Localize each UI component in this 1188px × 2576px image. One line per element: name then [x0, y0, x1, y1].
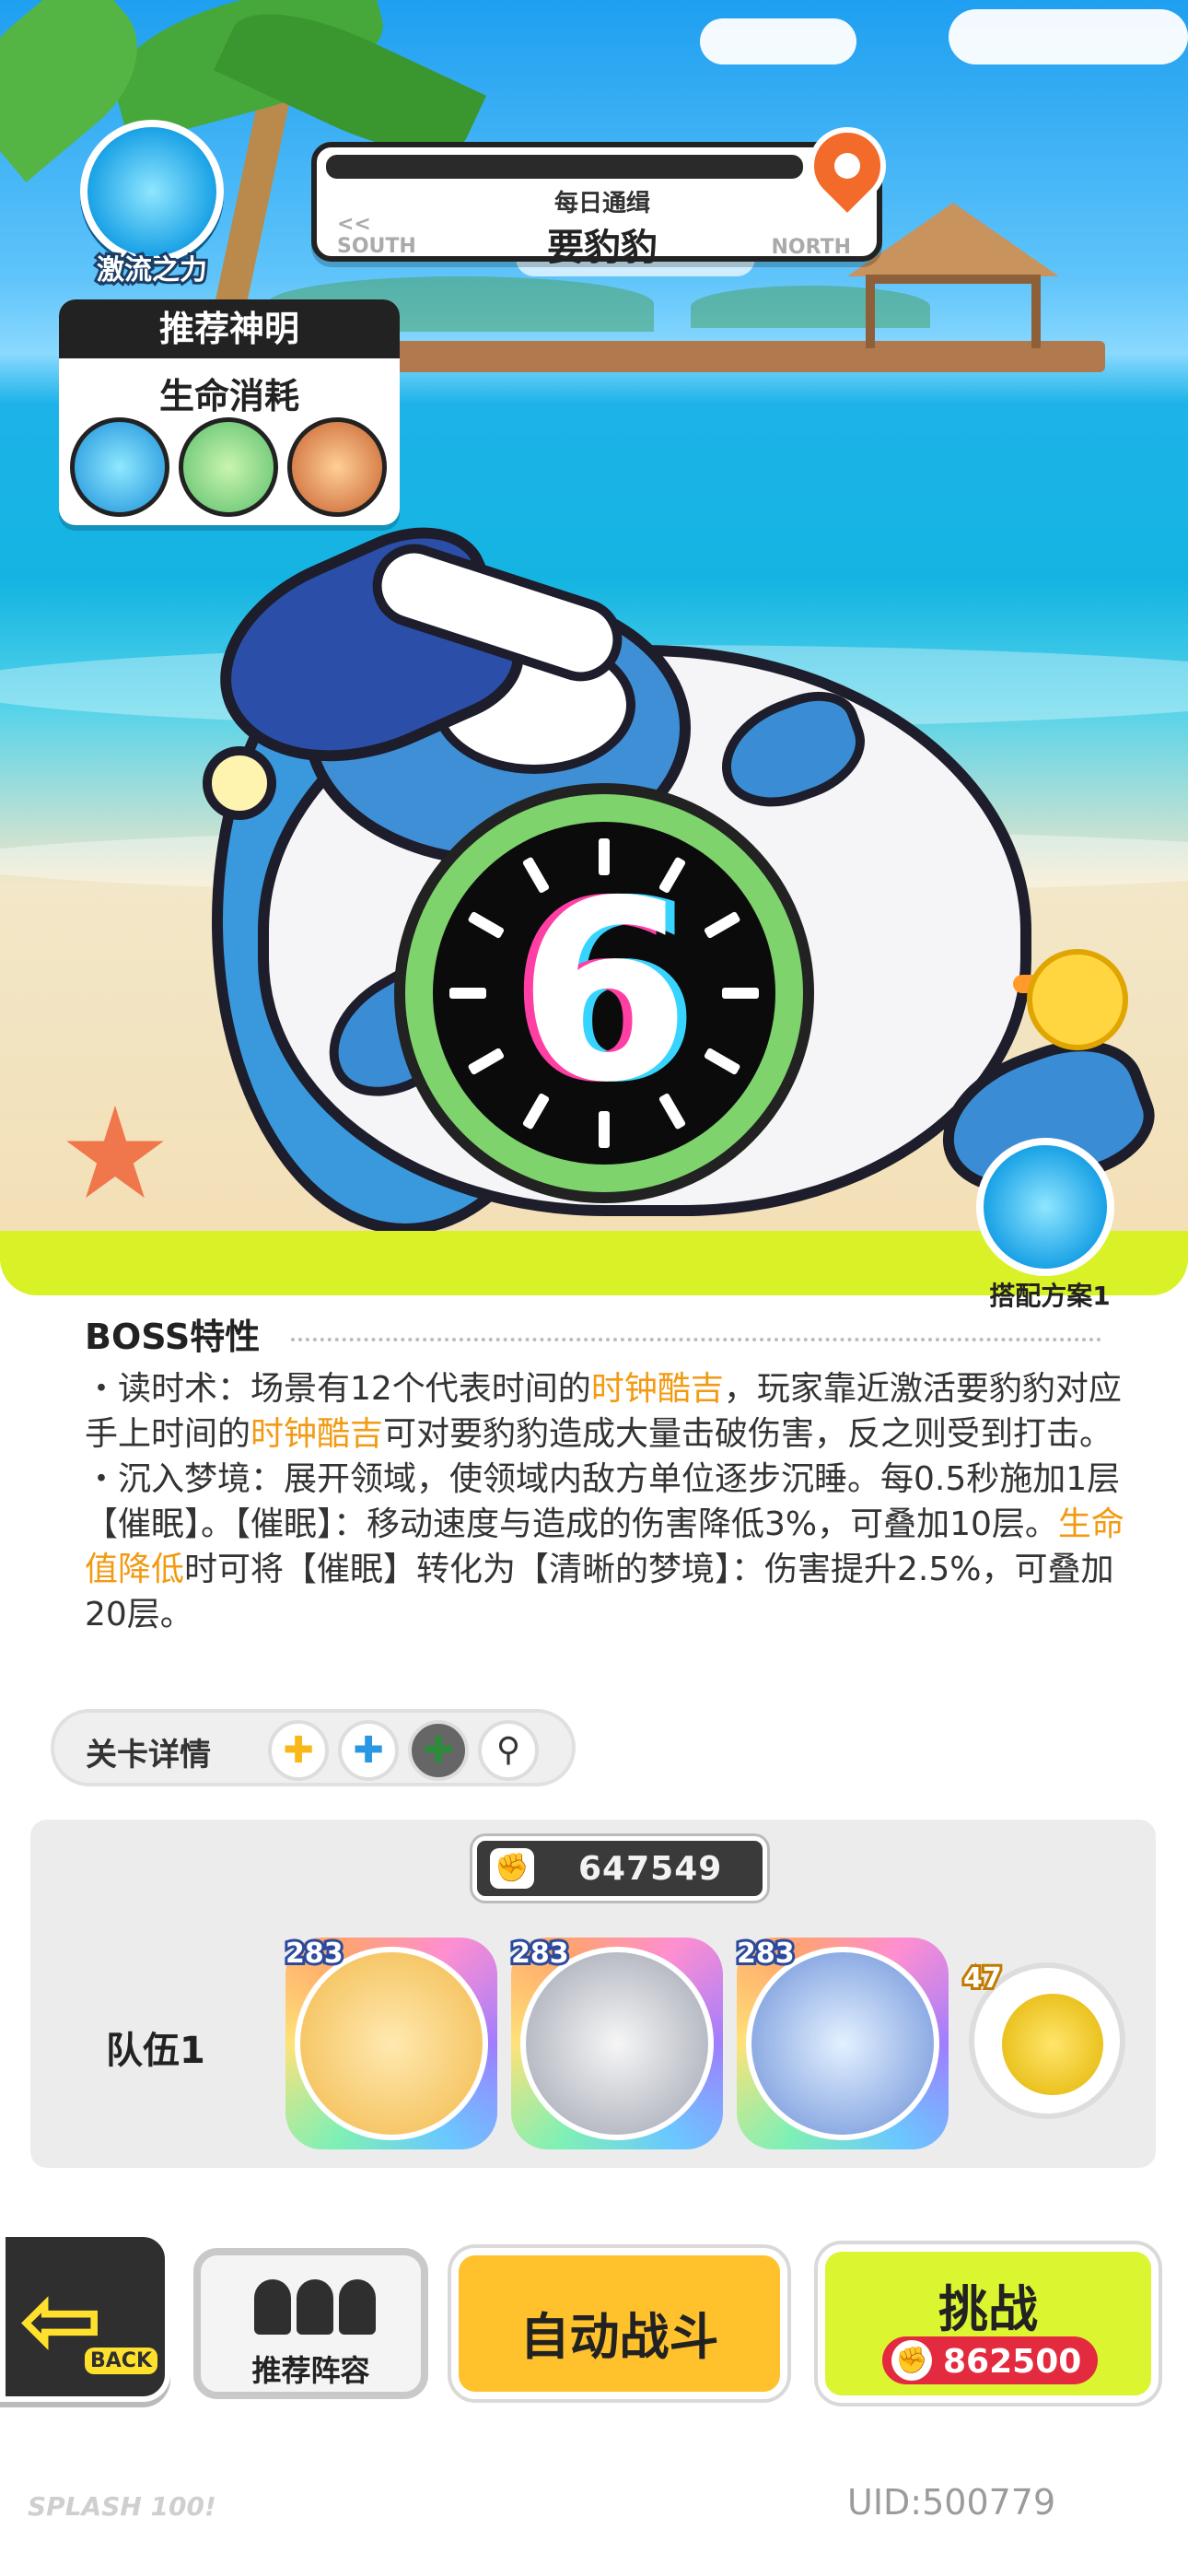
recommended-gods-subtitle: 生命消耗 — [158, 376, 299, 416]
green-cross-icon[interactable]: ✚ — [408, 1720, 469, 1781]
stage-detail-bar[interactable]: 关卡详情 ✚ ✚ ✚ ⚲ — [51, 1709, 576, 1786]
bounty-card: 每日通缉 要豹豹 << SOUTH NORTH — [311, 142, 882, 269]
hero-card[interactable]: 283 — [508, 1935, 723, 2149]
direction-north-label: NORTH — [771, 236, 852, 259]
stage-detail-label: 关卡详情 — [86, 1737, 211, 1774]
boss-traits-title: BOSS特性 — [85, 1317, 261, 1357]
hero-portrait — [295, 1947, 488, 2140]
challenge-cost-value: 862500 — [943, 2343, 1082, 2381]
hero-card[interactable]: 283 — [734, 1935, 949, 2149]
auto-battle-label: 自动战斗 — [519, 2308, 719, 2366]
power-label: 激流之力 — [94, 252, 210, 289]
yellow-cross-icon[interactable]: ✚ — [268, 1720, 329, 1781]
starfish-icon — [66, 1106, 164, 1199]
team-power-value: 647549 — [578, 1850, 723, 1888]
boss-clock: 6 — [394, 783, 814, 1203]
auto-battle-button[interactable]: 自动战斗 — [451, 2248, 787, 2399]
swirl-icon — [80, 120, 224, 263]
team-label: 队伍1 — [106, 2030, 205, 2072]
avatar[interactable] — [287, 417, 387, 517]
highlight-term: 时钟酷吉 — [250, 1415, 384, 1453]
bounty-banner: 每日通缉 要豹豹 << SOUTH NORTH — [311, 111, 903, 269]
challenge-button[interactable]: 挑战 ✊ 862500 — [818, 2244, 1159, 2403]
magnifier-icon[interactable]: ⚲ — [478, 1720, 539, 1781]
hero-level: 283 — [734, 1935, 798, 1973]
pufferfish-icon — [1002, 1994, 1103, 2095]
recommended-lineup-button[interactable]: 推荐阵容 — [193, 2248, 428, 2399]
recommended-gods-card[interactable]: 推荐神明 生命消耗 — [59, 299, 400, 525]
trait-paragraph: ・沉入梦境：展开领域，使领域内敌方单位逐步沉睡。每0.5秒施加1层【催眠】。【催… — [85, 1460, 1124, 1633]
user-id: UID:500779 — [847, 2482, 1056, 2523]
game-logo: SPLASH 100! — [28, 2491, 216, 2522]
nightcap-pompom — [203, 746, 276, 820]
blue-cross-icon[interactable]: ✚ — [338, 1720, 399, 1781]
fist-icon: ✊ — [891, 2340, 932, 2381]
double-chevron-left-icon: << — [337, 213, 371, 236]
clock-number: 6 — [518, 847, 691, 1137]
challenge-label: 挑战 — [938, 2280, 1038, 2338]
boss-traits-text: ・读时术：场景有12个代表时间的时钟酷吉，玩家靠近激活要豹豹对应手上时间的时钟酷… — [85, 1366, 1125, 1637]
cloud — [700, 18, 856, 64]
clock-face: 6 — [433, 822, 775, 1165]
element-power-badge[interactable]: 激流之力 — [69, 120, 235, 289]
banner-bar — [326, 155, 803, 179]
combo-plan-label: 搭配方案1 — [989, 1281, 1111, 1311]
direction-south: << SOUTH — [337, 214, 416, 258]
combo-plan-button[interactable]: 搭配方案1 — [958, 1138, 1142, 1313]
direction-south-label: SOUTH — [337, 235, 416, 258]
avatar[interactable] — [70, 417, 169, 517]
hero-level: 283 — [508, 1935, 572, 1973]
challenge-cost: ✊ 862500 — [882, 2336, 1098, 2384]
swirl-swap-icon — [976, 1138, 1114, 1276]
trait-paragraph: ・读时术：场景有12个代表时间的时钟酷吉，玩家靠近激活要豹豹对应手上时间的时钟酷… — [85, 1370, 1122, 1453]
pet-level: 47 — [961, 1960, 1005, 1997]
highlight-term: 时钟酷吉 — [590, 1370, 724, 1408]
recommended-gods-avatars — [70, 417, 387, 517]
hero-level: 283 — [283, 1935, 346, 1973]
hut-base — [866, 275, 1041, 348]
fist-icon: ✊ — [490, 1848, 534, 1889]
rubber-duck-icon — [1027, 949, 1128, 1050]
recommended-gods-title: 推荐神明 — [59, 299, 400, 358]
cloud — [949, 9, 1188, 64]
hero-portrait — [520, 1947, 714, 2140]
boss-scene: 激流之力 每日通缉 要豹豹 << SOUTH NORTH 推荐神明 生命消耗 6 — [0, 0, 1188, 1262]
hero-portrait — [746, 1947, 939, 2140]
recommended-lineup-label: 推荐阵容 — [251, 2353, 370, 2388]
hero-card[interactable]: 283 — [283, 1935, 497, 2149]
back-label: BACK — [85, 2348, 157, 2374]
team-power: ✊ 647549 — [472, 1836, 767, 1901]
back-button[interactable]: ⇦ BACK — [0, 2231, 170, 2402]
avatar[interactable] — [179, 417, 278, 517]
team-icon — [254, 2279, 376, 2335]
dotted-divider — [291, 1338, 1101, 1341]
